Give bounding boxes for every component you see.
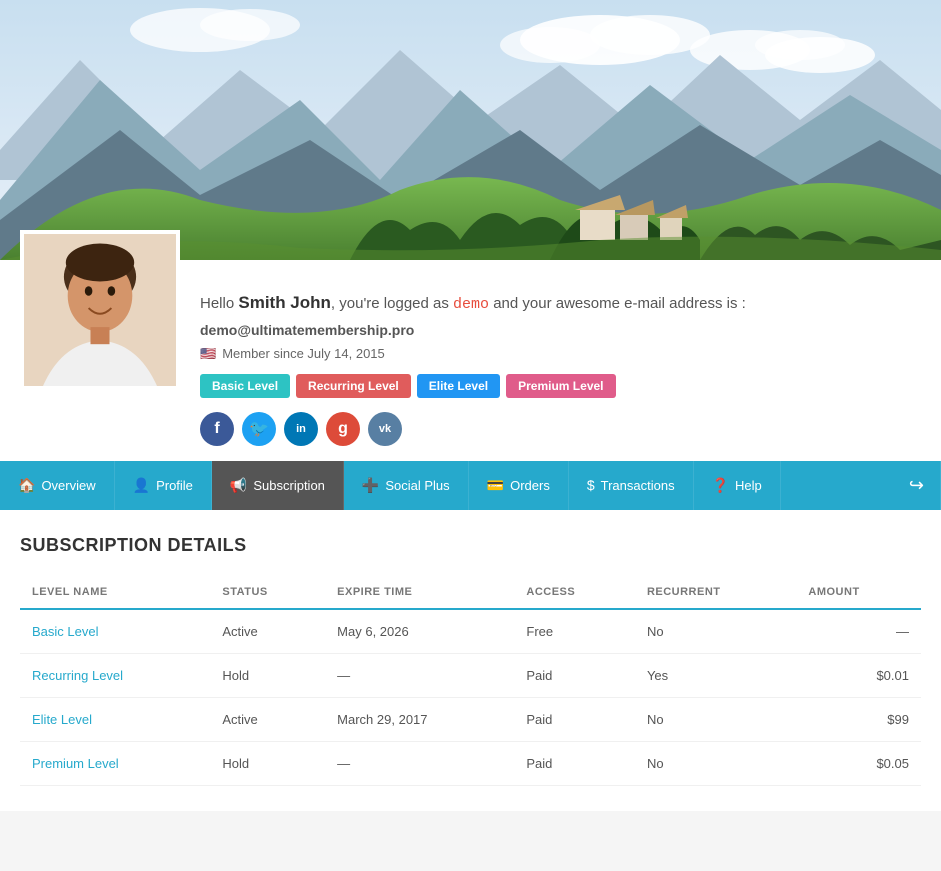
- cell-status: Hold: [210, 653, 325, 697]
- twitter-icon[interactable]: 🐦: [242, 412, 276, 446]
- tab-help-label: Help: [735, 478, 762, 493]
- cell-status: Active: [210, 697, 325, 741]
- tab-profile-label: Profile: [156, 478, 193, 493]
- col-header-expire-time: EXPIRE TIME: [325, 576, 514, 609]
- col-header-level-name: LEVEL NAME: [20, 576, 210, 609]
- facebook-icon[interactable]: f: [200, 412, 234, 446]
- tab-orders-label: Orders: [510, 478, 550, 493]
- dollar-icon: $: [587, 477, 595, 493]
- tab-help[interactable]: ❓ Help: [694, 461, 781, 510]
- cell-level-name: Elite Level: [20, 697, 210, 741]
- col-header-access: ACCESS: [514, 576, 635, 609]
- social-icons: f 🐦 in g vk: [200, 412, 921, 446]
- tab-overview[interactable]: 🏠 Overview: [0, 461, 115, 510]
- cell-access: Paid: [514, 741, 635, 785]
- tab-profile[interactable]: 👤 Profile: [115, 461, 212, 510]
- username: demo: [453, 296, 489, 313]
- flag-icon: 🇺🇸: [200, 346, 216, 362]
- cell-level-name: Basic Level: [20, 609, 210, 654]
- cell-expire-time: May 6, 2026: [325, 609, 514, 654]
- table-row: Basic Level Active May 6, 2026 Free No —: [20, 609, 921, 654]
- vk-icon[interactable]: vk: [368, 412, 402, 446]
- level-link[interactable]: Recurring Level: [32, 668, 123, 683]
- cell-recurrent: No: [635, 697, 796, 741]
- hero-banner: [0, 0, 941, 260]
- cell-expire-time: —: [325, 741, 514, 785]
- avatar-image: [24, 234, 176, 386]
- person-icon: 👤: [133, 477, 150, 494]
- cell-amount: $0.05: [796, 741, 921, 785]
- cell-access: Paid: [514, 653, 635, 697]
- badge-premium[interactable]: Premium Level: [506, 374, 615, 398]
- greeting-text: Hello Smith John, you're logged as demo …: [200, 290, 921, 317]
- avatar: [20, 230, 180, 390]
- table-header-row: LEVEL NAME STATUS EXPIRE TIME ACCESS REC…: [20, 576, 921, 609]
- tab-transactions[interactable]: $ Transactions: [569, 461, 694, 510]
- cell-status: Active: [210, 609, 325, 654]
- cell-recurrent: Yes: [635, 653, 796, 697]
- logout-button[interactable]: ↪: [893, 461, 941, 510]
- cell-amount: $0.01: [796, 653, 921, 697]
- col-header-status: STATUS: [210, 576, 325, 609]
- cell-expire-time: March 29, 2017: [325, 697, 514, 741]
- linkedin-icon[interactable]: in: [284, 412, 318, 446]
- card-icon: 💳: [487, 477, 504, 494]
- tab-transactions-label: Transactions: [601, 478, 675, 493]
- cell-amount: $99: [796, 697, 921, 741]
- level-link[interactable]: Elite Level: [32, 712, 92, 727]
- col-header-amount: AMOUNT: [796, 576, 921, 609]
- tab-subscription[interactable]: 📢 Subscription: [212, 461, 344, 510]
- table-row: Recurring Level Hold — Paid Yes $0.01: [20, 653, 921, 697]
- level-link[interactable]: Basic Level: [32, 624, 98, 639]
- cell-level-name: Premium Level: [20, 741, 210, 785]
- user-name: Smith John: [238, 293, 331, 312]
- badge-elite[interactable]: Elite Level: [417, 374, 500, 398]
- tab-social-plus-label: Social Plus: [385, 478, 449, 493]
- logout-icon: ↪: [909, 475, 924, 496]
- plus-icon: ➕: [362, 477, 379, 494]
- badge-recurring[interactable]: Recurring Level: [296, 374, 411, 398]
- level-link[interactable]: Premium Level: [32, 756, 119, 771]
- subscription-table: LEVEL NAME STATUS EXPIRE TIME ACCESS REC…: [20, 576, 921, 786]
- section-title: SUBSCRIPTION DETAILS: [20, 535, 921, 556]
- cell-access: Paid: [514, 697, 635, 741]
- tab-social-plus[interactable]: ➕ Social Plus: [344, 461, 469, 510]
- navigation-tabs: 🏠 Overview 👤 Profile 📢 Subscription ➕ So…: [0, 461, 941, 510]
- cell-access: Free: [514, 609, 635, 654]
- help-icon: ❓: [712, 477, 729, 494]
- cell-recurrent: No: [635, 609, 796, 654]
- email-text: demo@ultimatemembership.pro: [200, 322, 921, 338]
- cell-recurrent: No: [635, 741, 796, 785]
- badge-basic[interactable]: Basic Level: [200, 374, 290, 398]
- cell-amount: —: [796, 609, 921, 654]
- col-header-recurrent: RECURRENT: [635, 576, 796, 609]
- level-badges: Basic Level Recurring Level Elite Level …: [200, 374, 921, 398]
- home-icon: 🏠: [18, 477, 35, 494]
- google-icon[interactable]: g: [326, 412, 360, 446]
- main-content: SUBSCRIPTION DETAILS LEVEL NAME STATUS E…: [0, 510, 941, 811]
- megaphone-icon: 📢: [230, 477, 247, 494]
- cell-level-name: Recurring Level: [20, 653, 210, 697]
- tab-overview-label: Overview: [41, 478, 95, 493]
- table-row: Elite Level Active March 29, 2017 Paid N…: [20, 697, 921, 741]
- page-wrapper: Hello Smith John, you're logged as demo …: [0, 0, 941, 811]
- email-link[interactable]: demo@ultimatemembership.pro: [200, 322, 414, 338]
- cell-expire-time: —: [325, 653, 514, 697]
- member-since: 🇺🇸 Member since July 14, 2015: [200, 346, 921, 362]
- profile-info: Hello Smith John, you're logged as demo …: [200, 280, 921, 461]
- cell-status: Hold: [210, 741, 325, 785]
- table-row: Premium Level Hold — Paid No $0.05: [20, 741, 921, 785]
- tab-subscription-label: Subscription: [253, 478, 325, 493]
- tab-orders[interactable]: 💳 Orders: [469, 461, 569, 510]
- profile-section: Hello Smith John, you're logged as demo …: [0, 260, 941, 461]
